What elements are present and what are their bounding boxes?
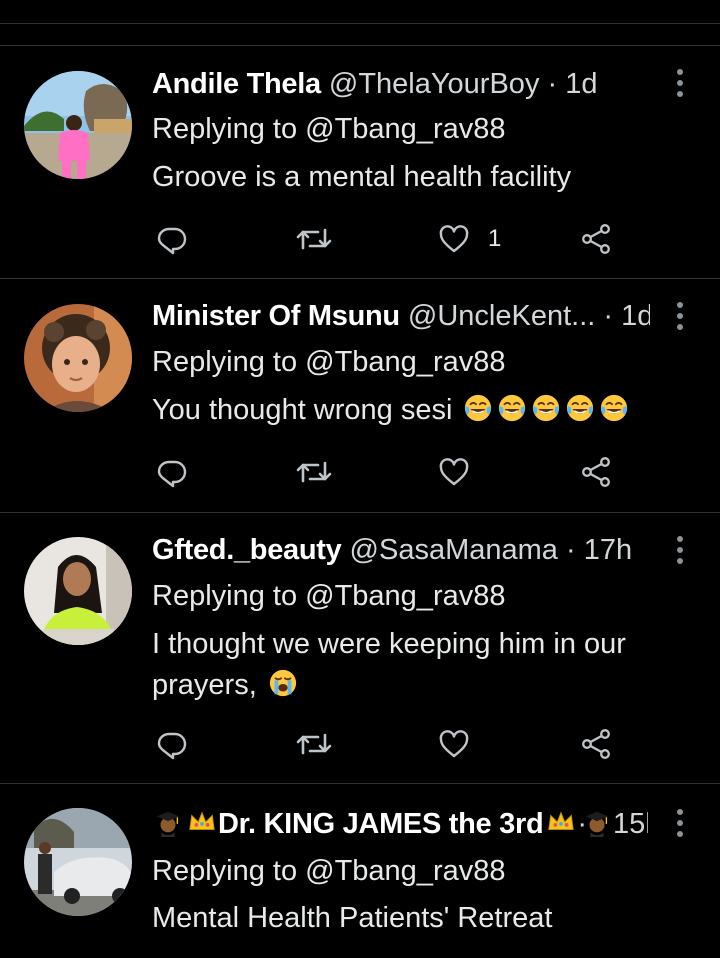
tweet-text-content: You thought wrong sesi [152,394,453,426]
like-button[interactable] [438,724,470,764]
retweet-button[interactable] [296,724,332,764]
retweet-button[interactable] [296,219,332,259]
more-vertical-icon[interactable] [670,301,690,331]
more-vertical-icon[interactable] [670,68,690,98]
graduate-emoji [152,807,184,837]
joy-emoji [564,393,596,423]
tweet-text-line-2: prayers, [152,665,680,706]
joy-emoji [598,393,630,423]
timestamp[interactable]: 17h [584,534,632,566]
display-name[interactable]: Gfted._beauty [152,534,342,566]
more-vertical-icon[interactable] [670,808,690,838]
tweet-header: Gfted._beauty @SasaManama · 17h [152,532,650,568]
tweet-header: Dr. KING JAMES the 3rd·15h [152,806,648,842]
tweet-text: Mental Health Patients' Retreat [152,902,553,934]
tweet-text-content: prayers, [152,669,257,701]
joy-emoji [496,393,528,423]
replying-to: Replying to @Tbang_rav88 [152,113,506,145]
user-handle[interactable]: @SasaManama [350,534,558,566]
heart-icon [438,223,470,255]
replying-to: Replying to @Tbang_rav88 [152,346,506,378]
separator-dot: · [603,300,614,332]
crown-emoji [186,807,218,837]
share-button[interactable] [580,724,612,764]
tweet-reply-1[interactable]: Andile Thela @ThelaYourBoy · 1d Replying… [0,45,720,278]
tweet-text: Groove is a mental health facility [152,161,572,193]
avatar[interactable] [24,808,132,916]
heart-icon [438,456,470,488]
action-bar: 1 [0,219,720,259]
display-name[interactable]: Andile Thela [152,68,321,100]
separator-dot: · [565,534,576,566]
action-bar [0,724,720,764]
retweet-icon [296,223,332,255]
reply-icon [156,223,188,255]
timestamp[interactable]: 1d [565,68,597,100]
share-icon [580,223,612,255]
reply-button[interactable] [156,724,188,764]
tweet-text-line-1: I thought we were keeping him in our [152,628,626,660]
avatar[interactable] [24,537,132,645]
reply-icon [156,728,188,760]
user-handle[interactable]: @UncleKent... [408,300,595,332]
like-count: 1 [488,225,502,252]
tweet-reply-4[interactable]: Dr. KING JAMES the 3rd·15h Replying to @… [0,783,720,958]
display-name[interactable]: Dr. KING JAMES the 3rd [218,808,544,840]
tweet-header: Andile Thela @ThelaYourBoy · 1d [152,66,650,102]
retweet-icon [296,728,332,760]
timestamp[interactable]: 1d [621,300,650,332]
user-handle[interactable]: @ThelaYourBoy [329,68,540,100]
tweet-text: You thought wrong sesi [152,390,680,431]
reply-button[interactable] [156,219,188,259]
separator-dot: · [547,68,558,100]
like-button[interactable] [438,452,470,492]
share-icon [580,728,612,760]
tweet-header: Minister Of Msunu @UncleKent... · 1d [152,298,650,334]
joy-emoji [462,393,494,423]
top-divider [0,23,720,24]
action-bar [0,452,720,492]
share-icon [580,456,612,488]
timestamp[interactable]: 15h [613,808,648,840]
replying-to: Replying to @Tbang_rav88 [152,580,506,612]
like-button[interactable]: 1 [438,219,501,259]
reply-icon [156,456,188,488]
crown-emoji [545,807,577,837]
more-vertical-icon[interactable] [670,535,690,565]
tweet-reply-3[interactable]: Gfted._beauty @SasaManama · 17h Replying… [0,512,720,783]
joy-emoji [530,393,562,423]
graduate-emoji [581,807,613,837]
reply-button[interactable] [156,452,188,492]
heart-icon [438,728,470,760]
avatar[interactable] [24,304,132,412]
share-button[interactable] [580,219,612,259]
loudly-crying-emoji [267,668,299,698]
avatar[interactable] [24,71,132,179]
share-button[interactable] [580,452,612,492]
retweet-icon [296,456,332,488]
display-name[interactable]: Minister Of Msunu [152,300,400,332]
replying-to: Replying to @Tbang_rav88 [152,855,506,887]
retweet-button[interactable] [296,452,332,492]
tweet-reply-2[interactable]: Minister Of Msunu @UncleKent... · 1d Rep… [0,278,720,512]
